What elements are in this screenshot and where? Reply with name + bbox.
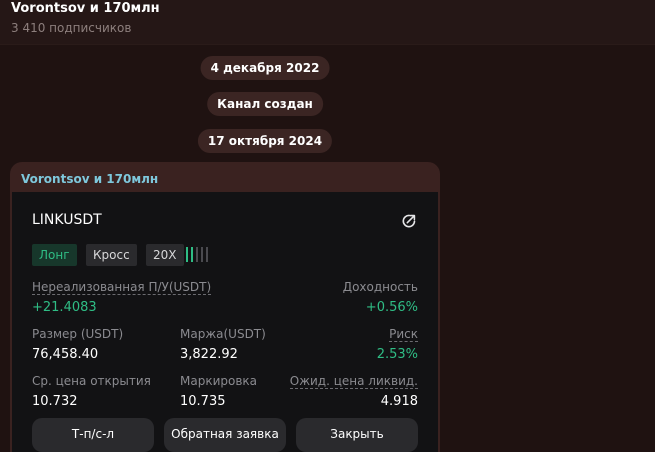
leverage-bar [201, 247, 203, 262]
position-card-image[interactable]: LINKUSDT Лонг Кросс 20X Нереализованная … [12, 192, 438, 452]
leverage-bar [191, 247, 193, 262]
liquidation-price-value: 4.918 [380, 394, 418, 409]
risk-value: 2.53% [376, 347, 418, 362]
mark-price-label: Маркировка [180, 374, 258, 388]
entry-price-value: 10.732 [32, 394, 78, 409]
channel-message: Vorontsov и 170млн LINKUSDT Лонг Кросс 2… [10, 162, 440, 452]
reverse-order-button[interactable]: Обратная заявка [164, 418, 286, 452]
channel-header[interactable]: Vorontsov и 170млн 3 410 подписчиков [0, 0, 655, 45]
share-icon[interactable] [401, 213, 417, 229]
margin-value: 3,822.92 [180, 347, 238, 362]
entry-price-label: Ср. цена открытия [32, 374, 151, 388]
leverage-bar [206, 247, 208, 262]
roi-label: Доходность [342, 280, 418, 294]
channel-created-notice: Канал создан [207, 92, 323, 116]
tpsl-button[interactable]: Т-п/с-л [32, 418, 154, 452]
date-separator: 17 октября 2024 [197, 129, 333, 153]
leverage-bar [196, 247, 198, 262]
date-separator: 4 декабря 2022 [200, 56, 330, 80]
roi-value: +0.56% [365, 300, 418, 315]
margin-mode-tag: Кросс [86, 244, 137, 266]
size-label: Размер (USDT) [32, 327, 124, 341]
leverage-bar [186, 247, 188, 262]
subscriber-count: 3 410 подписчиков [11, 21, 132, 35]
trading-pair: LINKUSDT [32, 212, 102, 228]
risk-label: Риск [389, 327, 418, 342]
liquidation-price-label: Ожид. цена ликвид. [289, 374, 418, 389]
side-tag: Лонг [32, 244, 77, 266]
unrealized-pnl-label: Нереализованная П/У(USDT) [32, 280, 212, 295]
channel-title[interactable]: Vorontsov и 170млн [11, 1, 160, 16]
unrealized-pnl-value: +21.4083 [32, 300, 97, 315]
margin-label: Маржа(USDT) [180, 327, 266, 341]
size-value: 76,458.40 [32, 347, 99, 362]
message-sender[interactable]: Vorontsov и 170млн [21, 172, 158, 186]
close-position-button[interactable]: Закрыть [296, 418, 418, 452]
leverage-tag: 20X [146, 244, 184, 266]
mark-price-value: 10.735 [180, 394, 226, 409]
